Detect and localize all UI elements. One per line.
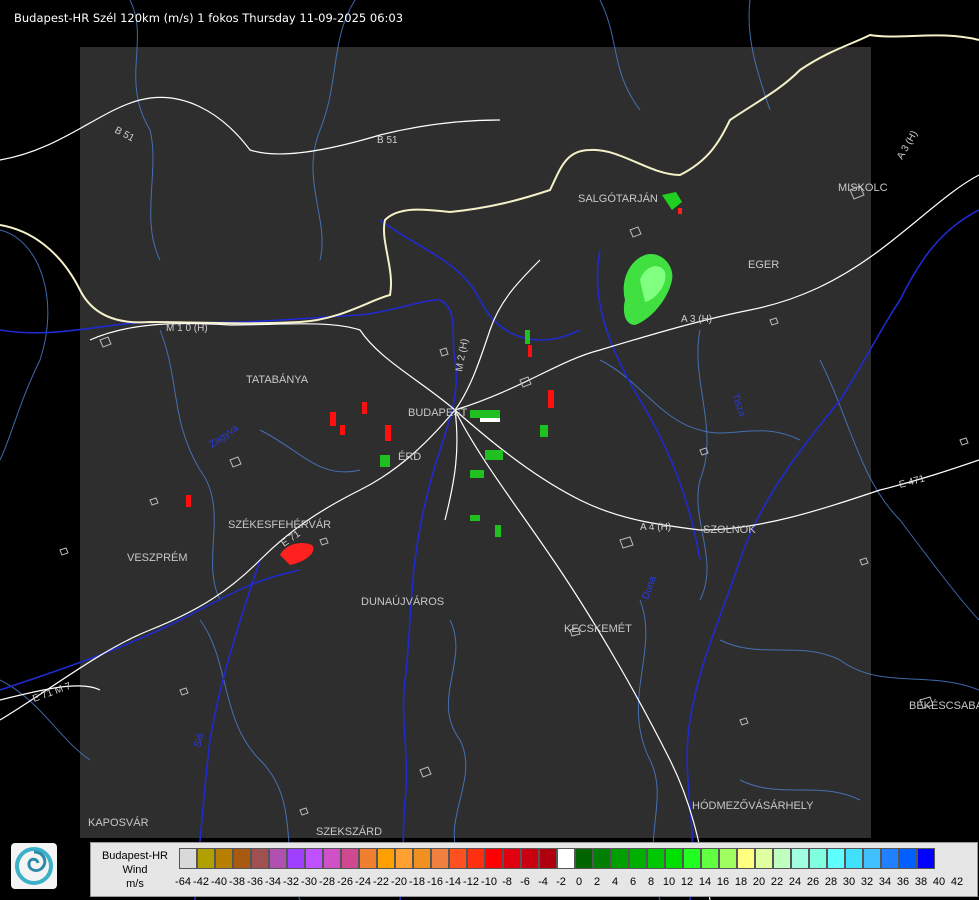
legend-swatch [755, 848, 773, 869]
legend-swatch [467, 848, 485, 869]
place-label: SZOLNOK [703, 524, 756, 536]
road-label: M 1 0 (H) [166, 323, 208, 334]
place-label: SALGÓTARJÁN [578, 192, 658, 205]
legend-swatch [431, 848, 449, 869]
road-label: A 3 (H) [681, 314, 712, 325]
legend-swatch [575, 848, 593, 869]
place-label: KAPOSVÁR [88, 816, 149, 829]
legend-tick-label: 42 [950, 876, 964, 888]
place-label: BÉKÉSCSABA [909, 699, 979, 712]
place-label: ÉRD [398, 450, 421, 463]
road-label: E 471 [898, 473, 927, 491]
legend-swatch [359, 848, 377, 869]
place-label: HÓDMEZŐVÁSÁRHELY [692, 798, 814, 812]
radar-map: SALGÓTARJÁN MISKOLC EGER TATABÁNYA BUDAP… [0, 0, 979, 900]
legend-swatch [269, 848, 287, 869]
legend-swatch [485, 848, 503, 869]
map-title: Budapest-HR Szél 120km (m/s) 1 fokos Thu… [14, 11, 404, 25]
legend-swatch [665, 848, 683, 869]
legend-swatch [809, 848, 827, 869]
legend-swatch [773, 848, 791, 869]
legend-swatch [521, 848, 539, 869]
legend-label: Budapest-HR Wind m/s [91, 843, 179, 898]
color-scale-legend: Budapest-HR Wind m/s -64 -42 -40 -38 -36 -34-… [90, 842, 978, 897]
legend-swatch [719, 848, 737, 869]
place-label: EGER [748, 259, 779, 271]
legend-swatch [791, 848, 809, 869]
legend-swatch [215, 848, 233, 869]
legend-swatch [251, 848, 269, 869]
legend-unit: m/s [126, 878, 144, 890]
road-label: E 71 M 7 [31, 681, 73, 705]
place-label: BUDAPEST [408, 407, 468, 419]
place-label: MISKOLC [838, 182, 888, 194]
legend-swatch [629, 848, 647, 869]
legend-swatch [197, 848, 215, 869]
place-label: DUNAÚJVÁROS [361, 595, 444, 608]
legend-swatch [557, 848, 575, 869]
legend-swatches [179, 848, 935, 869]
legend-swatch [449, 848, 467, 869]
road-label: B 51 [377, 135, 398, 146]
road-label: A 4 (H) [640, 522, 671, 533]
legend-swatch [899, 848, 917, 869]
legend-swatch [395, 848, 413, 869]
legend-swatch [863, 848, 881, 869]
legend-swatch [917, 848, 935, 869]
legend-swatch [233, 848, 251, 869]
legend-swatch [179, 848, 197, 869]
legend-swatch [845, 848, 863, 869]
place-label: TATABÁNYA [246, 373, 309, 386]
place-label: KECSKEMÉT [564, 622, 632, 635]
legend-swatch [827, 848, 845, 869]
radar-swirl-logo-icon [11, 843, 57, 889]
legend-swatch [881, 848, 899, 869]
legend-swatch [341, 848, 359, 869]
legend-swatch [287, 848, 305, 869]
legend-swatch [323, 848, 341, 869]
radar-coverage-area [80, 47, 871, 838]
place-label: SZÉKESFEHÉRVÁR [228, 518, 331, 531]
road-label: A 3 (H) [895, 129, 920, 161]
legend-swatch [737, 848, 755, 869]
place-label: VESZPRÉM [127, 551, 188, 564]
legend-swatch [701, 848, 719, 869]
legend-swatch [593, 848, 611, 869]
legend-swatch [647, 848, 665, 869]
legend-swatch [503, 848, 521, 869]
legend-swatch [305, 848, 323, 869]
legend-swatch [611, 848, 629, 869]
legend-swatch [539, 848, 557, 869]
legend-product: Wind [122, 864, 148, 876]
legend-station: Budapest-HR [101, 850, 169, 862]
legend-swatch [377, 848, 395, 869]
legend-swatch [683, 848, 701, 869]
legend-swatch [413, 848, 431, 869]
place-label: SZEKSZÁRD [316, 825, 382, 838]
